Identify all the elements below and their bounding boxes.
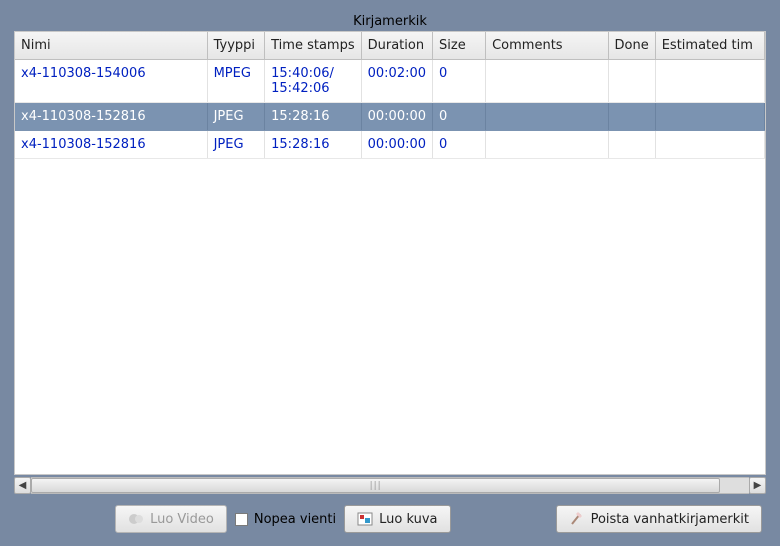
bookmarks-table-container: Nimi Tyyppi Time stamps Duration Size Co… bbox=[14, 31, 766, 475]
cell-comments bbox=[486, 60, 608, 103]
fast-export-label: Nopea vienti bbox=[254, 512, 336, 527]
cell-timestamps: 15:28:16 bbox=[265, 103, 361, 131]
table-row[interactable]: x4-110308-154006MPEG15:40:06/ 15:42:0600… bbox=[15, 60, 765, 103]
col-name[interactable]: Nimi bbox=[15, 32, 207, 60]
cell-name: x4-110308-154006 bbox=[15, 60, 207, 103]
cell-comments bbox=[486, 131, 608, 159]
scroll-thumb[interactable]: ||| bbox=[31, 478, 720, 493]
cell-estimated bbox=[655, 60, 764, 103]
create-image-label: Luo kuva bbox=[379, 512, 437, 527]
cell-type: JPEG bbox=[207, 131, 265, 159]
cell-timestamps: 15:28:16 bbox=[265, 131, 361, 159]
col-estimated[interactable]: Estimated tim bbox=[655, 32, 764, 60]
cell-size: 0 bbox=[433, 103, 486, 131]
cell-timestamps: 15:40:06/ 15:42:06 bbox=[265, 60, 361, 103]
scroll-grip-icon: ||| bbox=[370, 481, 382, 491]
create-video-button[interactable]: Luo Video bbox=[115, 505, 227, 533]
delete-old-bookmarks-button[interactable]: Poista vanhatkirjamerkit bbox=[556, 505, 762, 533]
cell-done bbox=[608, 131, 655, 159]
cell-estimated bbox=[655, 131, 764, 159]
horizontal-scrollbar[interactable]: ◀ ||| ▶ bbox=[14, 477, 766, 494]
video-icon bbox=[128, 511, 144, 527]
cell-name: x4-110308-152816 bbox=[15, 103, 207, 131]
col-size[interactable]: Size bbox=[433, 32, 486, 60]
cell-estimated bbox=[655, 103, 764, 131]
image-icon bbox=[357, 511, 373, 527]
cell-done bbox=[608, 60, 655, 103]
col-done[interactable]: Done bbox=[608, 32, 655, 60]
cell-type: MPEG bbox=[207, 60, 265, 103]
scroll-left-icon[interactable]: ◀ bbox=[14, 477, 31, 494]
scroll-right-icon[interactable]: ▶ bbox=[749, 477, 766, 494]
delete-old-bookmarks-label: Poista vanhatkirjamerkit bbox=[591, 512, 749, 527]
cell-duration: 00:00:00 bbox=[361, 103, 432, 131]
table-row[interactable]: x4-110308-152816JPEG15:28:1600:00:000 bbox=[15, 103, 765, 131]
scroll-track[interactable]: ||| bbox=[31, 477, 749, 494]
bottom-toolbar: Luo Video Nopea vienti Luo kuva Poista v… bbox=[14, 500, 766, 538]
cell-name: x4-110308-152816 bbox=[15, 131, 207, 159]
table-row[interactable]: x4-110308-152816JPEG15:28:1600:00:000 bbox=[15, 131, 765, 159]
window-title: Kirjamerkik bbox=[14, 14, 766, 31]
cell-duration: 00:00:00 bbox=[361, 131, 432, 159]
create-video-label: Luo Video bbox=[150, 512, 214, 527]
cell-type: JPEG bbox=[207, 103, 265, 131]
broom-icon bbox=[569, 511, 585, 527]
bookmarks-table: Nimi Tyyppi Time stamps Duration Size Co… bbox=[15, 32, 765, 159]
cell-done bbox=[608, 103, 655, 131]
cell-size: 0 bbox=[433, 60, 486, 103]
col-comments[interactable]: Comments bbox=[486, 32, 608, 60]
cell-size: 0 bbox=[433, 131, 486, 159]
col-duration[interactable]: Duration bbox=[361, 32, 432, 60]
create-image-button[interactable]: Luo kuva bbox=[344, 505, 450, 533]
cell-comments bbox=[486, 103, 608, 131]
checkbox-icon bbox=[235, 513, 248, 526]
col-type[interactable]: Tyyppi bbox=[207, 32, 265, 60]
cell-duration: 00:02:00 bbox=[361, 60, 432, 103]
fast-export-checkbox[interactable]: Nopea vienti bbox=[235, 512, 336, 527]
col-timestamps[interactable]: Time stamps bbox=[265, 32, 361, 60]
